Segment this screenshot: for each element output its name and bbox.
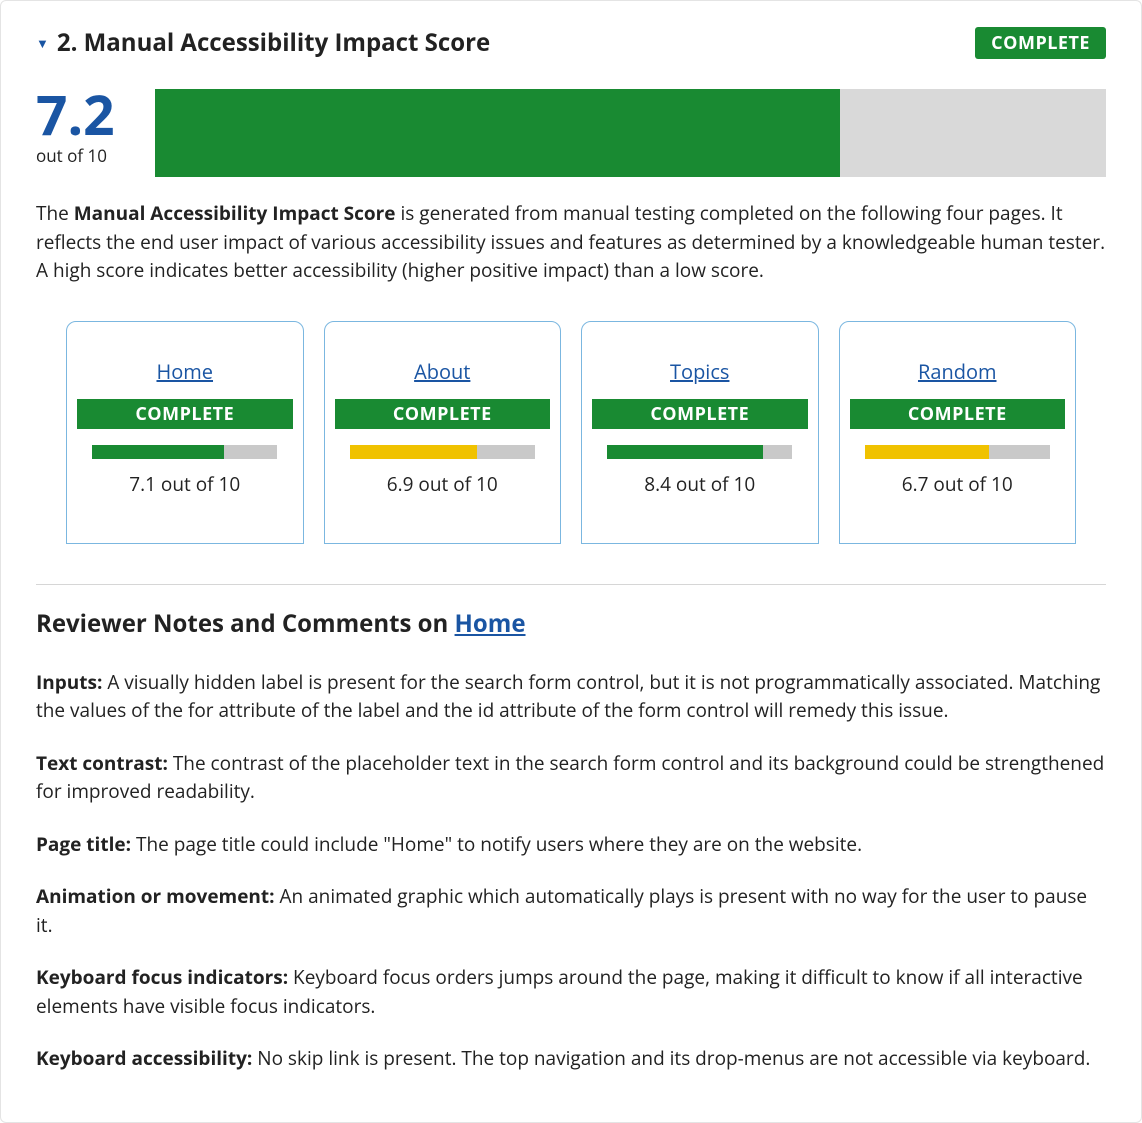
overall-score-outof: out of 10 bbox=[36, 144, 131, 167]
page-score-card: Home COMPLETE 7.1 out of 10 bbox=[66, 321, 304, 544]
notes-heading-prefix: Reviewer Notes and Comments on bbox=[36, 607, 455, 640]
page-status-badge: COMPLETE bbox=[592, 399, 808, 429]
note-item: Inputs: A visually hidden label is prese… bbox=[36, 668, 1106, 725]
section-header: ▼ 2. Manual Accessibility Impact Score C… bbox=[36, 26, 1106, 59]
page-status-badge: COMPLETE bbox=[850, 399, 1066, 429]
page-score-bar bbox=[865, 445, 1050, 459]
page-score-bar-fill bbox=[607, 445, 763, 459]
page-score-bar bbox=[92, 445, 277, 459]
note-item: Animation or movement: An animated graph… bbox=[36, 882, 1106, 939]
desc-term: Manual Accessibility Impact Score bbox=[74, 200, 396, 226]
page-score-bar-fill bbox=[865, 445, 989, 459]
report-panel: ▼ 2. Manual Accessibility Impact Score C… bbox=[0, 0, 1142, 1123]
page-score-text: 6.7 out of 10 bbox=[850, 471, 1066, 497]
page-score-bar bbox=[350, 445, 535, 459]
page-cards-row: Home COMPLETE 7.1 out of 10 About COMPLETE 6.… bbox=[36, 321, 1106, 544]
overall-score-block: 7.2 out of 10 bbox=[36, 87, 131, 167]
notes-heading-link[interactable]: Home bbox=[455, 607, 526, 640]
overall-score-value: 7.2 bbox=[36, 87, 131, 142]
status-badge: COMPLETE bbox=[975, 27, 1106, 59]
overall-score-row: 7.2 out of 10 bbox=[36, 87, 1106, 177]
note-item: Page title: The page title could include… bbox=[36, 830, 1106, 859]
note-item: Keyboard accessibility: No skip link is … bbox=[36, 1044, 1106, 1073]
overall-score-bar-fill bbox=[155, 89, 840, 177]
desc-prefix: The bbox=[36, 200, 74, 226]
page-score-bar-fill bbox=[92, 445, 224, 459]
page-score-bar bbox=[607, 445, 792, 459]
page-score-card: Topics COMPLETE 8.4 out of 10 bbox=[581, 321, 819, 544]
notes-heading: Reviewer Notes and Comments on Home bbox=[36, 607, 1106, 640]
section-title-toggle[interactable]: ▼ 2. Manual Accessibility Impact Score bbox=[36, 26, 490, 59]
note-text: A visually hidden label is present for t… bbox=[36, 669, 1100, 724]
page-score-text: 8.4 out of 10 bbox=[592, 471, 808, 497]
note-label: Keyboard accessibility: bbox=[36, 1045, 252, 1071]
page-status-badge: COMPLETE bbox=[335, 399, 551, 429]
note-text: The page title could include "Home" to n… bbox=[131, 831, 862, 857]
page-link[interactable]: Home bbox=[156, 358, 213, 385]
note-text: No skip link is present. The top navigat… bbox=[252, 1045, 1090, 1071]
note-item: Keyboard focus indicators: Keyboard focu… bbox=[36, 963, 1106, 1020]
note-label: Text contrast: bbox=[36, 750, 168, 776]
divider bbox=[36, 584, 1106, 585]
page-score-bar-fill bbox=[350, 445, 478, 459]
page-link[interactable]: About bbox=[414, 358, 470, 385]
page-link[interactable]: Topics bbox=[670, 358, 729, 385]
note-label: Animation or movement: bbox=[36, 883, 275, 909]
note-item: Text contrast: The contrast of the place… bbox=[36, 749, 1106, 806]
section-title-text: 2. Manual Accessibility Impact Score bbox=[57, 26, 490, 59]
overall-score-bar bbox=[155, 89, 1106, 177]
page-score-card: Random COMPLETE 6.7 out of 10 bbox=[839, 321, 1077, 544]
note-label: Page title: bbox=[36, 831, 131, 857]
page-score-text: 7.1 out of 10 bbox=[77, 471, 293, 497]
notes-list: Inputs: A visually hidden label is prese… bbox=[36, 668, 1106, 1073]
note-text: The contrast of the placeholder text in … bbox=[36, 750, 1104, 805]
note-label: Inputs: bbox=[36, 669, 102, 695]
disclosure-triangle-icon: ▼ bbox=[36, 34, 49, 52]
page-score-text: 6.9 out of 10 bbox=[335, 471, 551, 497]
page-status-badge: COMPLETE bbox=[77, 399, 293, 429]
note-label: Keyboard focus indicators: bbox=[36, 964, 288, 990]
page-link[interactable]: Random bbox=[918, 358, 997, 385]
section-description: The Manual Accessibility Impact Score is… bbox=[36, 199, 1106, 285]
page-score-card: About COMPLETE 6.9 out of 10 bbox=[324, 321, 562, 544]
